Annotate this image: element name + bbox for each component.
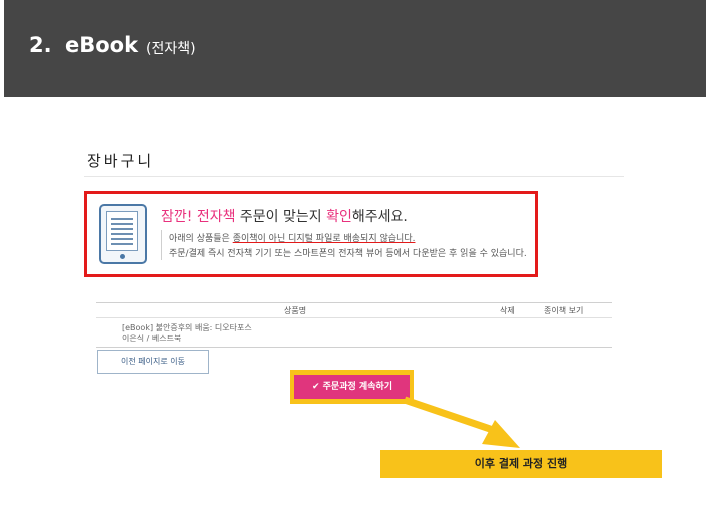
callout-arrow	[403, 396, 520, 448]
payment-callout: 이후 결제 과정 진행	[380, 450, 662, 478]
